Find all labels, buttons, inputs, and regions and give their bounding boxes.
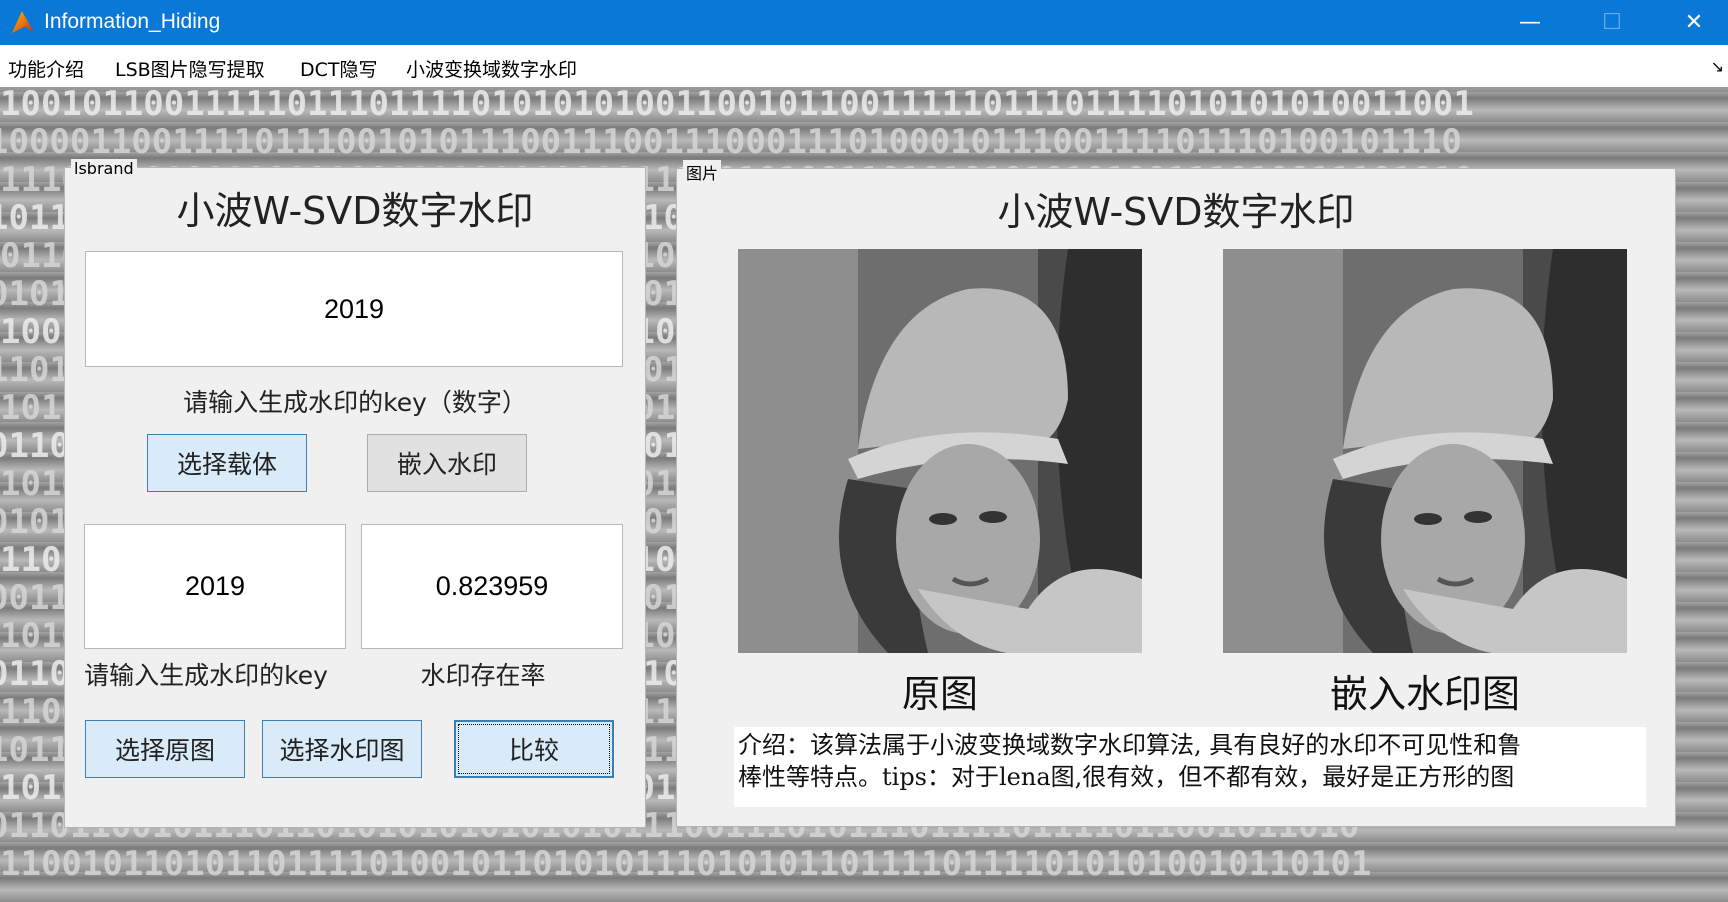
lsbrand-panel: lsbrand 小波W-SVD数字水印 2019 请输入生成水印的key（数字）… (64, 159, 646, 828)
select-watermark-image-button[interactable]: 选择水印图 (262, 720, 422, 778)
original-caption: 原图 (901, 672, 978, 716)
binary-row: 1000011001111011100101011100111001110001… (0, 122, 1462, 162)
minimize-button[interactable]: — (1490, 0, 1570, 45)
binary-row: 1100101101011011110100101101010111010101… (0, 844, 1371, 884)
key2-label: 请输入生成水印的key (84, 661, 328, 690)
menu-bar: 功能介绍 LSB图片隐写提取 DCT隐写 小波变换域数字水印 ↘ (0, 45, 1728, 87)
title-bar: Information_Hiding — ☐ ✕ (0, 0, 1728, 45)
menu-item-lsb[interactable]: LSB图片隐写提取 (115, 55, 265, 82)
embed-watermark-button[interactable]: 嵌入水印 (367, 434, 527, 492)
select-carrier-button[interactable]: 选择载体 (147, 434, 307, 492)
panel-heading: 小波W-SVD数字水印 (176, 189, 534, 233)
maximize-button[interactable]: ☐ (1572, 0, 1652, 45)
watermarked-caption: 嵌入水印图 (1329, 672, 1520, 716)
panel-legend: lsbrand (71, 159, 137, 178)
watermark-rate-field: 0.823959 (361, 524, 623, 649)
menu-item-wavelet[interactable]: 小波变换域数字水印 (406, 55, 577, 82)
window-title: Information_Hiding (44, 10, 221, 33)
menu-item-dct[interactable]: DCT隐写 (300, 55, 378, 82)
close-button[interactable]: ✕ (1654, 0, 1728, 45)
intro-text: 介绍：该算法属于小波变换域数字水印算法, 具有良好的水印不可见性和鲁 棒性等特点… (734, 727, 1646, 807)
matlab-app-icon (12, 11, 34, 33)
select-original-button[interactable]: 选择原图 (85, 720, 245, 778)
image-panel-heading: 小波W-SVD数字水印 (997, 190, 1355, 234)
menu-item-intro[interactable]: 功能介绍 (8, 55, 84, 82)
image-panel: 图片 小波W-SVD数字水印 原图 嵌入水印图 介绍：该算法属于小波变换域数字水… (676, 160, 1676, 827)
intro-line-2: 棒性等特点。tips：对于lena图,很有效，但不都有效，最好是正方形的图 (738, 763, 1515, 791)
intro-line-1: 介绍：该算法属于小波变换域数字水印算法, 具有良好的水印不可见性和鲁 (738, 731, 1522, 759)
watermark-rate-label: 水印存在率 (420, 661, 546, 690)
binary-row: 1001011001111101110111101010101001100101… (0, 87, 1474, 124)
key2-input[interactable]: 2019 (84, 524, 346, 649)
watermarked-image (1223, 249, 1627, 653)
menu-overflow-icon[interactable]: ↘ (1711, 57, 1724, 76)
compare-button[interactable]: 比较 (454, 720, 614, 778)
original-image (738, 249, 1142, 653)
key-input-label: 请输入生成水印的key（数字） (183, 388, 527, 417)
key-input[interactable]: 2019 (85, 251, 623, 367)
